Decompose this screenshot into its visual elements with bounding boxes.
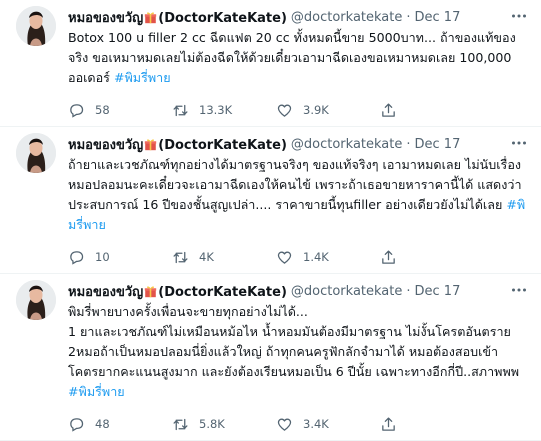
- like-button[interactable]: 3.9K: [276, 102, 380, 119]
- retweet-count: 13.3K: [199, 103, 233, 117]
- heart-icon: [277, 418, 292, 431]
- like-count: 3.4K: [303, 417, 329, 431]
- tweet-date[interactable]: Dec 17: [415, 284, 461, 299]
- tweet-date[interactable]: Dec 17: [415, 137, 461, 152]
- tweet-text: ถ้ายาและเวชภัณฑ์ทุกอย่างได้มาตรฐานจริงๆ …: [68, 155, 527, 235]
- retweet-icon: [173, 251, 188, 263]
- share-icon: [382, 416, 395, 431]
- share-icon: [382, 249, 395, 264]
- more-options-button[interactable]: [511, 282, 527, 297]
- more-icon: [512, 141, 526, 145]
- avatar[interactable]: [16, 133, 56, 173]
- avatar-column: [16, 280, 68, 440]
- tweet-text-body: ถ้ายาและเวชภัณฑ์ทุกอย่างได้มาตรฐานจริงๆ …: [68, 157, 522, 212]
- tweet-actions: 58 13.3K 3.9K: [68, 94, 527, 126]
- reply-icon: [70, 103, 84, 118]
- reply-count: 48: [95, 417, 110, 431]
- retweet-icon: [173, 418, 188, 430]
- reply-count: 58: [95, 103, 110, 117]
- tweet-body: หมอของขวัญ (DoctorKateKate) @doctorkateka…: [68, 280, 531, 440]
- tweet-feed: หมอของขวัญ (DoctorKateKate) @doctorkateka…: [0, 0, 541, 441]
- like-button[interactable]: 3.4K: [276, 416, 380, 433]
- display-name-text: หมอของขวัญ: [68, 137, 144, 153]
- tweet-actions: 48 5.8K 3.4K: [68, 408, 527, 440]
- tweet-actions: 10 4K 1.4K: [68, 241, 527, 273]
- reply-button[interactable]: 48: [68, 416, 172, 433]
- separator-dot: ·: [406, 136, 411, 152]
- more-options-button[interactable]: [511, 8, 527, 23]
- like-count: 3.9K: [303, 103, 329, 117]
- tweet-body: หมอของขวัญ (DoctorKateKate) @doctorkateka…: [68, 6, 531, 126]
- more-icon: [512, 14, 526, 18]
- tweet-header: หมอของขวัญ (DoctorKateKate) @doctorkateka…: [68, 133, 527, 155]
- hashtag-link[interactable]: #พิมรี่พาย: [68, 384, 125, 399]
- retweet-count: 5.8K: [199, 417, 225, 431]
- tweet-header: หมอของขวัญ (DoctorKateKate) @doctorkateka…: [68, 280, 527, 302]
- display-name-suffix: (DoctorKateKate): [158, 10, 287, 26]
- avatar[interactable]: [16, 280, 56, 320]
- share-button[interactable]: [380, 102, 420, 119]
- retweet-button[interactable]: 13.3K: [172, 102, 276, 119]
- display-name[interactable]: หมอของขวัญ (DoctorKateKate): [68, 7, 287, 28]
- retweet-button[interactable]: 4K: [172, 249, 276, 266]
- heart-icon: [277, 104, 292, 117]
- reply-icon: [70, 250, 84, 265]
- like-count: 1.4K: [303, 250, 329, 264]
- display-name-text: หมอของขวัญ: [68, 284, 144, 300]
- user-handle[interactable]: @doctorkatekate: [291, 137, 402, 152]
- heart-icon: [277, 251, 292, 264]
- reply-icon: [70, 417, 84, 432]
- separator-dot: ·: [406, 9, 411, 25]
- tweet[interactable]: หมอของขวัญ (DoctorKateKate) @doctorkateka…: [0, 127, 541, 274]
- gift-emoji-icon: [145, 285, 157, 297]
- tweet-text: พิมรี่พายบางครั้งเพื่อนจะขายทุกอย่างไม่ไ…: [68, 302, 527, 402]
- gift-emoji-icon: [145, 138, 157, 150]
- share-icon: [382, 102, 395, 117]
- reply-button[interactable]: 10: [68, 249, 172, 266]
- avatar-column: [16, 6, 68, 126]
- tweet-body: หมอของขวัญ (DoctorKateKate) @doctorkateka…: [68, 133, 531, 273]
- tweet[interactable]: หมอของขวัญ (DoctorKateKate) @doctorkateka…: [0, 274, 541, 441]
- tweet-header: หมอของขวัญ (DoctorKateKate) @doctorkateka…: [68, 6, 527, 28]
- tweet-text-body: พิมรี่พายบางครั้งเพื่อนจะขายทุกอย่างไม่ไ…: [68, 304, 520, 379]
- user-handle[interactable]: @doctorkatekate: [291, 284, 402, 299]
- hashtag-link[interactable]: #พิมรี่พาย: [114, 70, 171, 85]
- avatar[interactable]: [16, 6, 56, 46]
- retweet-button[interactable]: 5.8K: [172, 416, 276, 433]
- more-options-button[interactable]: [511, 135, 527, 150]
- gift-emoji-icon: [145, 11, 157, 23]
- avatar-column: [16, 133, 68, 273]
- reply-button[interactable]: 58: [68, 102, 172, 119]
- retweet-icon: [173, 104, 188, 116]
- more-icon: [512, 288, 526, 292]
- tweet-text: Botox 100 u filler 2 cc ฉีดแฟต 20 cc ทั้…: [68, 28, 527, 88]
- tweet-date[interactable]: Dec 17: [415, 10, 461, 25]
- user-handle[interactable]: @doctorkatekate: [291, 10, 402, 25]
- display-name[interactable]: หมอของขวัญ (DoctorKateKate): [68, 134, 287, 155]
- separator-dot: ·: [406, 283, 411, 299]
- retweet-count: 4K: [199, 250, 214, 264]
- share-button[interactable]: [380, 249, 420, 266]
- display-name-suffix: (DoctorKateKate): [158, 284, 287, 300]
- reply-count: 10: [95, 250, 110, 264]
- display-name-suffix: (DoctorKateKate): [158, 137, 287, 153]
- like-button[interactable]: 1.4K: [276, 249, 380, 266]
- tweet[interactable]: หมอของขวัญ (DoctorKateKate) @doctorkateka…: [0, 0, 541, 127]
- share-button[interactable]: [380, 416, 420, 433]
- display-name[interactable]: หมอของขวัญ (DoctorKateKate): [68, 281, 287, 302]
- display-name-text: หมอของขวัญ: [68, 10, 144, 26]
